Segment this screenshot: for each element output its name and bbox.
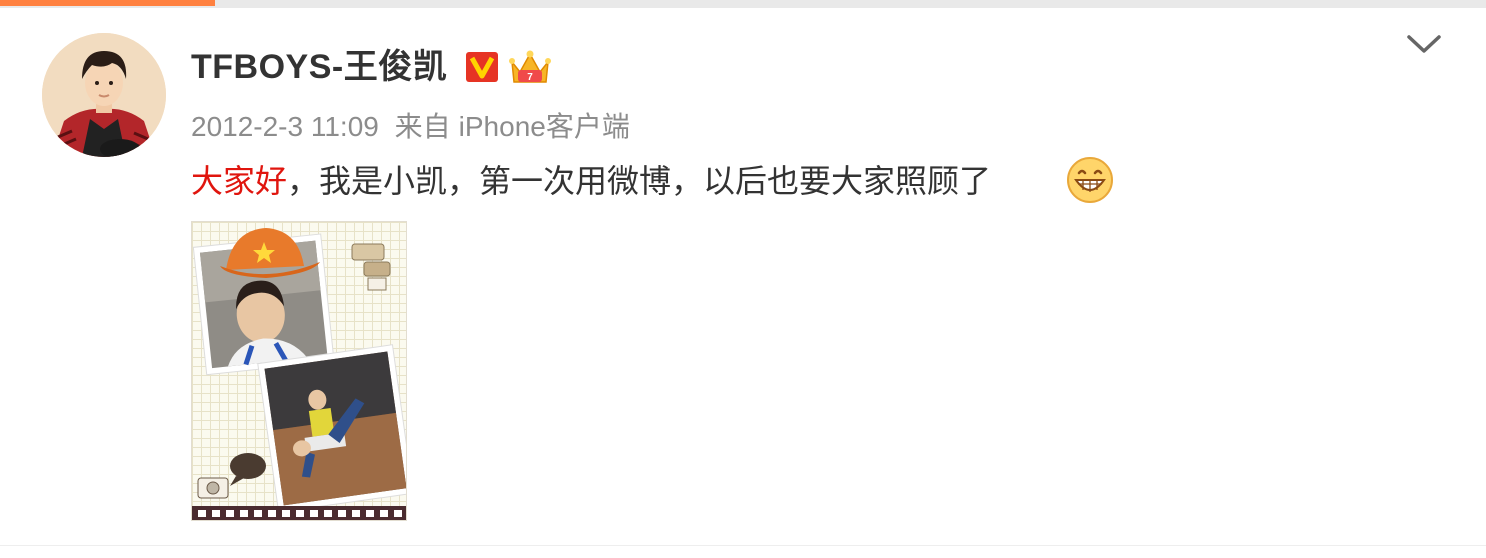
crown-icon: 7 [508,48,552,86]
post-text-body: ，我是小凯，第一次用微博，以后也要大家照顾了 [287,163,992,199]
avatar[interactable] [42,33,166,157]
svg-text:7: 7 [527,72,533,83]
post-timestamp[interactable]: 2012-2-3 11:09 [191,111,379,142]
post-photo[interactable] [191,221,407,521]
chevron-down-icon[interactable] [1405,33,1443,57]
verified-v-icon [466,52,498,82]
post-meta: 2012-2-3 11:09 来自 iPhone客户端 [191,108,638,146]
post-text-highlight: 大家好 [191,163,288,199]
post-source-device: iPhone客户端 [458,111,630,142]
post-bottom-divider [0,545,1486,546]
post-source-prefix: 来自 [394,111,451,142]
active-tab-indicator [0,0,215,6]
post-text: 大家好，我是小凯，第一次用微博，以后也要大家照顾了 [191,160,991,202]
top-divider [0,0,1486,8]
grin-emoji-icon [1066,156,1114,204]
username[interactable]: TFBOYS-王俊凯 [191,44,447,90]
